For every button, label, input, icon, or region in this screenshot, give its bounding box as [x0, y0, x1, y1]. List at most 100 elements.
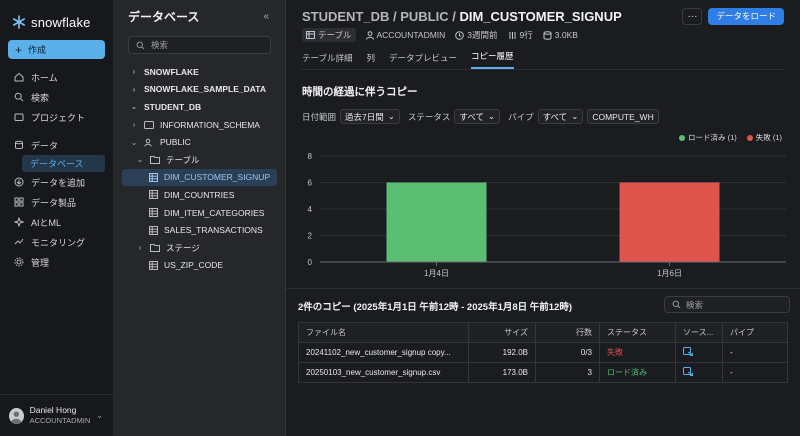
legend-swatch-loaded [679, 134, 685, 141]
cell-filename: 20241102_new_customer_signup copy... [298, 342, 469, 363]
rows-icon [509, 31, 516, 39]
create-button[interactable]: + 作成 [8, 40, 105, 59]
column-header-source[interactable]: ソース... [675, 322, 723, 343]
nav-item-label: データベース [30, 159, 84, 169]
nav-item-data[interactable]: データ [0, 135, 113, 155]
tree-item-label: DIM_ITEM_CATEGORIES [164, 207, 265, 218]
nav-item-add-data[interactable]: データを追加 [0, 172, 113, 192]
tree-item-student-db[interactable]: ⌄ STUDENT_DB [128, 98, 277, 116]
legend-swatch-failed [746, 134, 753, 141]
tree-item-label: DIM_COUNTRIES [164, 189, 235, 200]
tree-item-dim-item-categories[interactable]: DIM_ITEM_CATEGORIES [128, 204, 277, 222]
table-icon [148, 190, 158, 200]
tab-copy-history[interactable]: コピー履歴 [471, 50, 514, 69]
user-icon [365, 30, 374, 40]
database-search-input[interactable]: 検索 [128, 36, 271, 54]
column-header-label: 行数 [576, 328, 592, 337]
date-range-label: 日付範囲 [302, 111, 337, 122]
more-options-button[interactable]: ··· [682, 7, 703, 25]
column-header-pipe[interactable]: パイプ [722, 322, 788, 343]
tree-item-public[interactable]: ⌄ PUBLIC [128, 133, 277, 151]
table-type-label: テーブル [318, 30, 352, 40]
table-metadata: テーブル ACCOUNTADMIN 3週間前 9行 3.0KB [302, 28, 784, 42]
y-tick-label: 0 [308, 258, 313, 267]
tree-item-stages[interactable]: › ステージ [128, 239, 277, 257]
chevron-down-icon: ⌄ [571, 111, 579, 121]
tree-item-us-zip-code[interactable]: US_ZIP_CODE [128, 257, 277, 275]
tree-item-label: INFORMATION_SCHEMA [160, 119, 260, 130]
tree-item-snowflake-sample-data[interactable]: › SNOWFLAKE_SAMPLE_DATA [128, 81, 277, 99]
nav-item-label: プロジェクト [31, 112, 86, 123]
open-source-icon[interactable] [683, 367, 693, 376]
cell-rows: 0/3 [535, 342, 600, 363]
copies-count-title: 2件のコピー (2025年1月1日 午前12時 - 2025年1月8日 午前12… [298, 302, 573, 313]
column-header-filename[interactable]: ファイル名 [298, 322, 469, 343]
load-data-button[interactable]: データをロード [708, 7, 784, 25]
date-range-select[interactable]: 過去7日間 ⌄ [340, 109, 400, 124]
tree-item-label: SNOWFLAKE_SAMPLE_DATA [144, 84, 266, 95]
legend-item-failed: 失敗 (1) [746, 132, 782, 143]
tab-data-preview[interactable]: データプレビュー [389, 52, 457, 69]
tab-table-details[interactable]: テーブル詳細 [302, 52, 353, 69]
chevron-right-icon: › [132, 120, 136, 130]
nav-item-projects[interactable]: プロジェクト [0, 107, 113, 127]
y-tick-label: 8 [308, 152, 313, 161]
nav-item-home[interactable]: ホーム [0, 67, 113, 87]
tree-item-tables[interactable]: ⌄ テーブル [128, 151, 277, 169]
download-icon [14, 177, 24, 187]
nav-item-search[interactable]: 検索 [0, 87, 113, 107]
cell-pipe: - [722, 342, 788, 363]
pipe-filter-select[interactable]: すべて ⌄ [537, 109, 584, 124]
nav-item-data-products[interactable]: データ製品 [0, 192, 113, 212]
chevron-down-icon: ⌄ [136, 155, 144, 165]
y-tick-label: 6 [308, 179, 313, 188]
nav-item-ai-ml[interactable]: AIとML [0, 212, 113, 232]
collapse-panel-icon[interactable]: « [263, 11, 269, 22]
table-type-badge: テーブル [302, 28, 356, 42]
open-source-icon[interactable] [683, 347, 693, 356]
nav-item-databases[interactable]: データベース [22, 155, 105, 172]
x-tick-label: 1月6日 [657, 269, 682, 278]
date-range-value: 過去7日間 [345, 111, 384, 122]
nav-item-label: データを追加 [31, 177, 86, 188]
logo[interactable]: snowflake [0, 0, 113, 34]
pipe-filter-value: すべて [542, 111, 568, 122]
row-count: 9行 [508, 29, 533, 41]
tree-item-dim-customer-signup[interactable]: DIM_CUSTOMER_SIGNUP [122, 168, 277, 187]
nav-item-monitoring[interactable]: モニタリング [0, 232, 113, 252]
status-filter-select[interactable]: すべて ⌄ [454, 109, 501, 124]
gear-icon [14, 257, 24, 267]
table-search-input[interactable]: 検索 [664, 296, 790, 313]
left-nav: snowflake + 作成 ホーム 検索 プロジェクト データ データベース … [0, 0, 114, 436]
plus-icon: + [15, 42, 23, 57]
warehouse-select[interactable]: COMPUTE_WH [587, 109, 659, 124]
chart-legend: ロード済み (1) 失敗 (1) [679, 132, 782, 143]
schema-users-icon [144, 138, 154, 147]
tree-item-snowflake[interactable]: › SNOWFLAKE [128, 63, 277, 81]
column-header-size[interactable]: サイズ [468, 322, 536, 343]
x-tick-label: 1月4日 [424, 269, 449, 278]
column-header-status[interactable]: ステータス [599, 322, 676, 343]
search-icon [14, 92, 24, 102]
table-row[interactable]: 20250103_new_customer_signup.csv 173.0B … [298, 362, 788, 383]
tree-item-label: DIM_CUSTOMER_SIGNUP [164, 172, 271, 183]
legend-item-loaded: ロード済み (1) [679, 132, 737, 143]
database-icon [14, 140, 24, 150]
tree-item-information-schema[interactable]: › INFORMATION_SCHEMA [128, 116, 277, 134]
size-label: 3.0KB [554, 30, 578, 40]
tab-columns[interactable]: 列 [367, 52, 376, 69]
tree-item-sales-transactions[interactable]: SALES_TRANSACTIONS [128, 221, 277, 239]
table-row[interactable]: 20241102_new_customer_signup copy... 192… [298, 342, 788, 363]
column-header-rows[interactable]: 行数 [535, 322, 600, 343]
breadcrumb-path[interactable]: STUDENT_DB / PUBLIC / [302, 9, 459, 24]
nav-item-admin[interactable]: 管理 [0, 252, 113, 272]
cell-size: 173.0B [468, 362, 536, 383]
schema-icon [144, 120, 154, 130]
folder-icon [14, 112, 24, 122]
clock-icon [455, 30, 465, 40]
tree-item-dim-countries[interactable]: DIM_COUNTRIES [128, 186, 277, 204]
tree-item-label: ステージ [166, 242, 200, 253]
chevron-down-icon: ⌄ [130, 102, 138, 112]
user-menu[interactable]: Daniel Hong ACCOUNTADMIN ⌄ [0, 394, 113, 436]
bar [619, 182, 720, 262]
